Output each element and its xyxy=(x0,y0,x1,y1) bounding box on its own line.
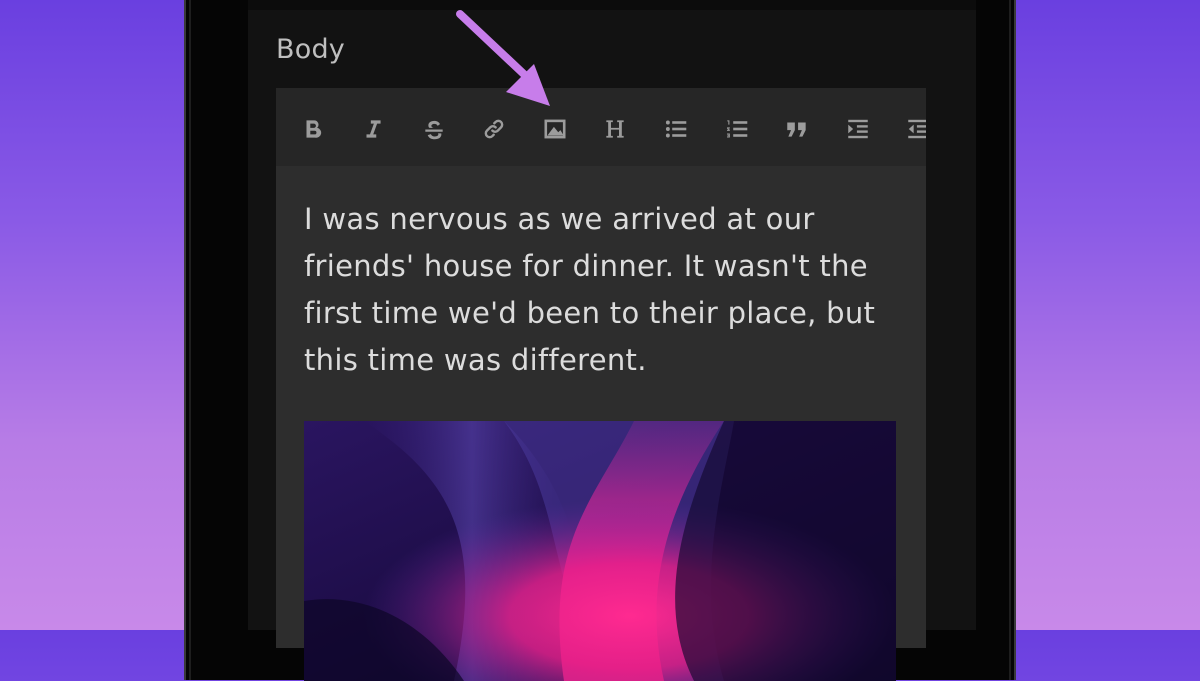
blockquote-button[interactable] xyxy=(780,112,814,146)
paragraph-line: I was nervous as we arrived at our xyxy=(304,202,815,236)
embedded-image[interactable] xyxy=(304,421,896,681)
paragraph-line: first time we'd been to their place, but xyxy=(304,296,876,330)
outdent-button[interactable] xyxy=(901,112,926,146)
indent-icon xyxy=(848,119,868,139)
numbered-list-icon xyxy=(727,120,748,138)
bulleted-list-button[interactable] xyxy=(659,112,693,146)
italic-icon xyxy=(366,120,381,138)
link-icon xyxy=(484,119,504,139)
bold-icon xyxy=(306,120,322,138)
link-button[interactable] xyxy=(477,112,511,146)
heading-icon xyxy=(606,120,624,138)
strikethrough-icon xyxy=(425,120,443,140)
paragraph-line: friends' house for dinner. It wasn't the xyxy=(304,249,868,283)
image-icon xyxy=(544,119,566,139)
bulleted-list-icon xyxy=(665,120,687,138)
editor-paragraph[interactable]: I was nervous as we arrived at our friend… xyxy=(304,196,904,384)
abstract-gradient-image xyxy=(304,421,896,681)
bold-button[interactable] xyxy=(296,112,330,146)
insert-image-button[interactable] xyxy=(538,112,572,146)
indent-button[interactable] xyxy=(841,112,875,146)
paragraph-line: this time was different. xyxy=(304,343,647,377)
strikethrough-button[interactable] xyxy=(417,112,451,146)
body-field-label: Body xyxy=(276,34,345,65)
screen-top-edge xyxy=(248,0,976,10)
editor-toolbar xyxy=(276,88,926,166)
rich-text-editor[interactable]: I was nervous as we arrived at our friend… xyxy=(276,88,926,681)
quote-icon xyxy=(787,122,806,137)
outdent-icon xyxy=(908,119,926,139)
numbered-list-button[interactable] xyxy=(720,112,754,146)
heading-button[interactable] xyxy=(598,112,632,146)
annotation-arrow xyxy=(456,10,550,106)
italic-button[interactable] xyxy=(356,112,390,146)
